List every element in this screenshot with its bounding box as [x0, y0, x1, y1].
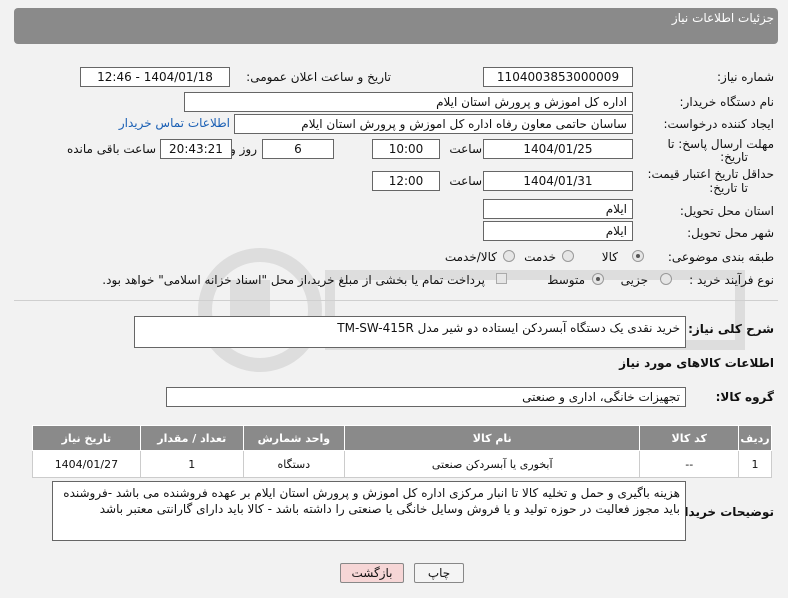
description-label: شرح کلی نیاز: [688, 322, 774, 336]
divider [14, 300, 778, 301]
purchase-radio-medium[interactable] [592, 273, 604, 285]
goods-section-title: اطلاعات کالاهای مورد نیاز [619, 356, 774, 370]
province-label: استان محل تحویل: [679, 204, 774, 218]
days-field: 6 [262, 139, 334, 159]
description-textarea[interactable]: خرید نقدی یک دستگاه آبسردکن ایستاده دو ش… [134, 316, 686, 348]
col-header-date: تاریخ نیاز [32, 425, 141, 451]
deadline-label-2: تاریخ: [720, 150, 748, 164]
category-option-service: خدمت [524, 250, 556, 264]
remaining-label: ساعت باقی مانده [66, 142, 156, 156]
validity-time-field: 12:00 [372, 171, 440, 191]
goods-group-label: گروه کالا: [715, 390, 774, 404]
need-number-field: 1104003853000009 [483, 67, 633, 87]
announce-field: 1404/01/18 - 12:46 [80, 67, 230, 87]
page-header [14, 8, 778, 44]
deadline-label-1: مهلت ارسال پاسخ: تا [667, 137, 774, 151]
validity-time-label: ساعت [449, 174, 482, 188]
buyer-notes-label: توضیحات خریدار: [672, 505, 774, 519]
cell-code: -- [639, 450, 740, 478]
cell-row-number: 1 [738, 450, 772, 478]
page-title: جزئیات اطلاعات نیاز [671, 11, 774, 25]
goods-table: ردیف کد کالا نام کالا واحد شمارش تعداد /… [32, 425, 772, 478]
col-header-qty: تعداد / مقدار [139, 425, 244, 451]
deadline-time-field: 10:00 [372, 139, 440, 159]
col-header-name: نام کالا [344, 425, 641, 451]
print-button[interactable]: چاپ [414, 563, 464, 583]
city-field: ایلام [483, 221, 633, 241]
purchase-type-label: نوع فرآیند خرید : [689, 273, 774, 287]
cell-qty: 1 [139, 450, 244, 478]
purchase-radio-minor[interactable] [660, 273, 672, 285]
payment-note: پرداخت تمام یا بخشی از مبلغ خرید،از محل … [102, 273, 485, 287]
category-radio-goods[interactable] [632, 250, 644, 262]
creator-field: ساسان حاتمی معاون رفاه اداره کل اموزش و … [234, 114, 633, 134]
category-radio-service[interactable] [562, 250, 574, 262]
validity-label-2: تا تاریخ: [709, 181, 748, 195]
purchase-option-medium: متوسط [547, 273, 585, 287]
cell-unit: دستگاه [242, 450, 346, 478]
category-option-both: کالا/خدمت [444, 250, 497, 264]
goods-table-wrap: ردیف کد کالا نام کالا واحد شمارش تعداد /… [32, 425, 772, 478]
need-number-label: شماره نیاز: [717, 70, 774, 84]
validity-date-field: 1404/01/31 [483, 171, 633, 191]
cell-date: 1404/01/27 [32, 450, 141, 478]
category-radio-both[interactable] [503, 250, 515, 262]
announce-label: تاریخ و ساعت اعلان عمومی: [246, 70, 391, 84]
days-label: روز و [230, 142, 257, 156]
back-button[interactable]: بازگشت [340, 563, 404, 583]
col-header-code: کد کالا [639, 425, 740, 451]
col-header-row: ردیف [738, 425, 772, 451]
col-header-unit: واحد شمارش [242, 425, 346, 451]
validity-label-1: حداقل تاریخ اعتبار قیمت: [647, 167, 774, 181]
goods-group-field: تجهیزات خانگی، اداری و صنعتی [166, 387, 686, 407]
table-row: 1 -- آبخوری یا آبسردکن صنعتی دستگاه 1 14… [32, 450, 772, 478]
treasury-checkbox[interactable] [496, 273, 507, 284]
creator-label: ایجاد کننده درخواست: [663, 117, 774, 131]
province-field: ایلام [483, 199, 633, 219]
remaining-time-field: 20:43:21 [160, 139, 232, 159]
deadline-date-field: 1404/01/25 [483, 139, 633, 159]
cell-name: آبخوری یا آبسردکن صنعتی [344, 450, 641, 478]
buyer-field: اداره کل اموزش و پرورش استان ایلام [184, 92, 633, 112]
buyer-notes-textarea[interactable]: هزینه باگیری و حمل و تخلیه کالا تا انبار… [52, 481, 686, 541]
category-option-goods: کالا [601, 250, 618, 264]
buyer-label: نام دستگاه خریدار: [679, 95, 775, 109]
category-label: طبقه بندی موضوعی: [667, 250, 774, 264]
deadline-time-label: ساعت [449, 142, 482, 156]
purchase-option-minor: جزیی [620, 273, 648, 287]
buyer-contact-link[interactable]: اطلاعات تماس خریدار [119, 116, 230, 130]
city-label: شهر محل تحویل: [687, 226, 774, 240]
